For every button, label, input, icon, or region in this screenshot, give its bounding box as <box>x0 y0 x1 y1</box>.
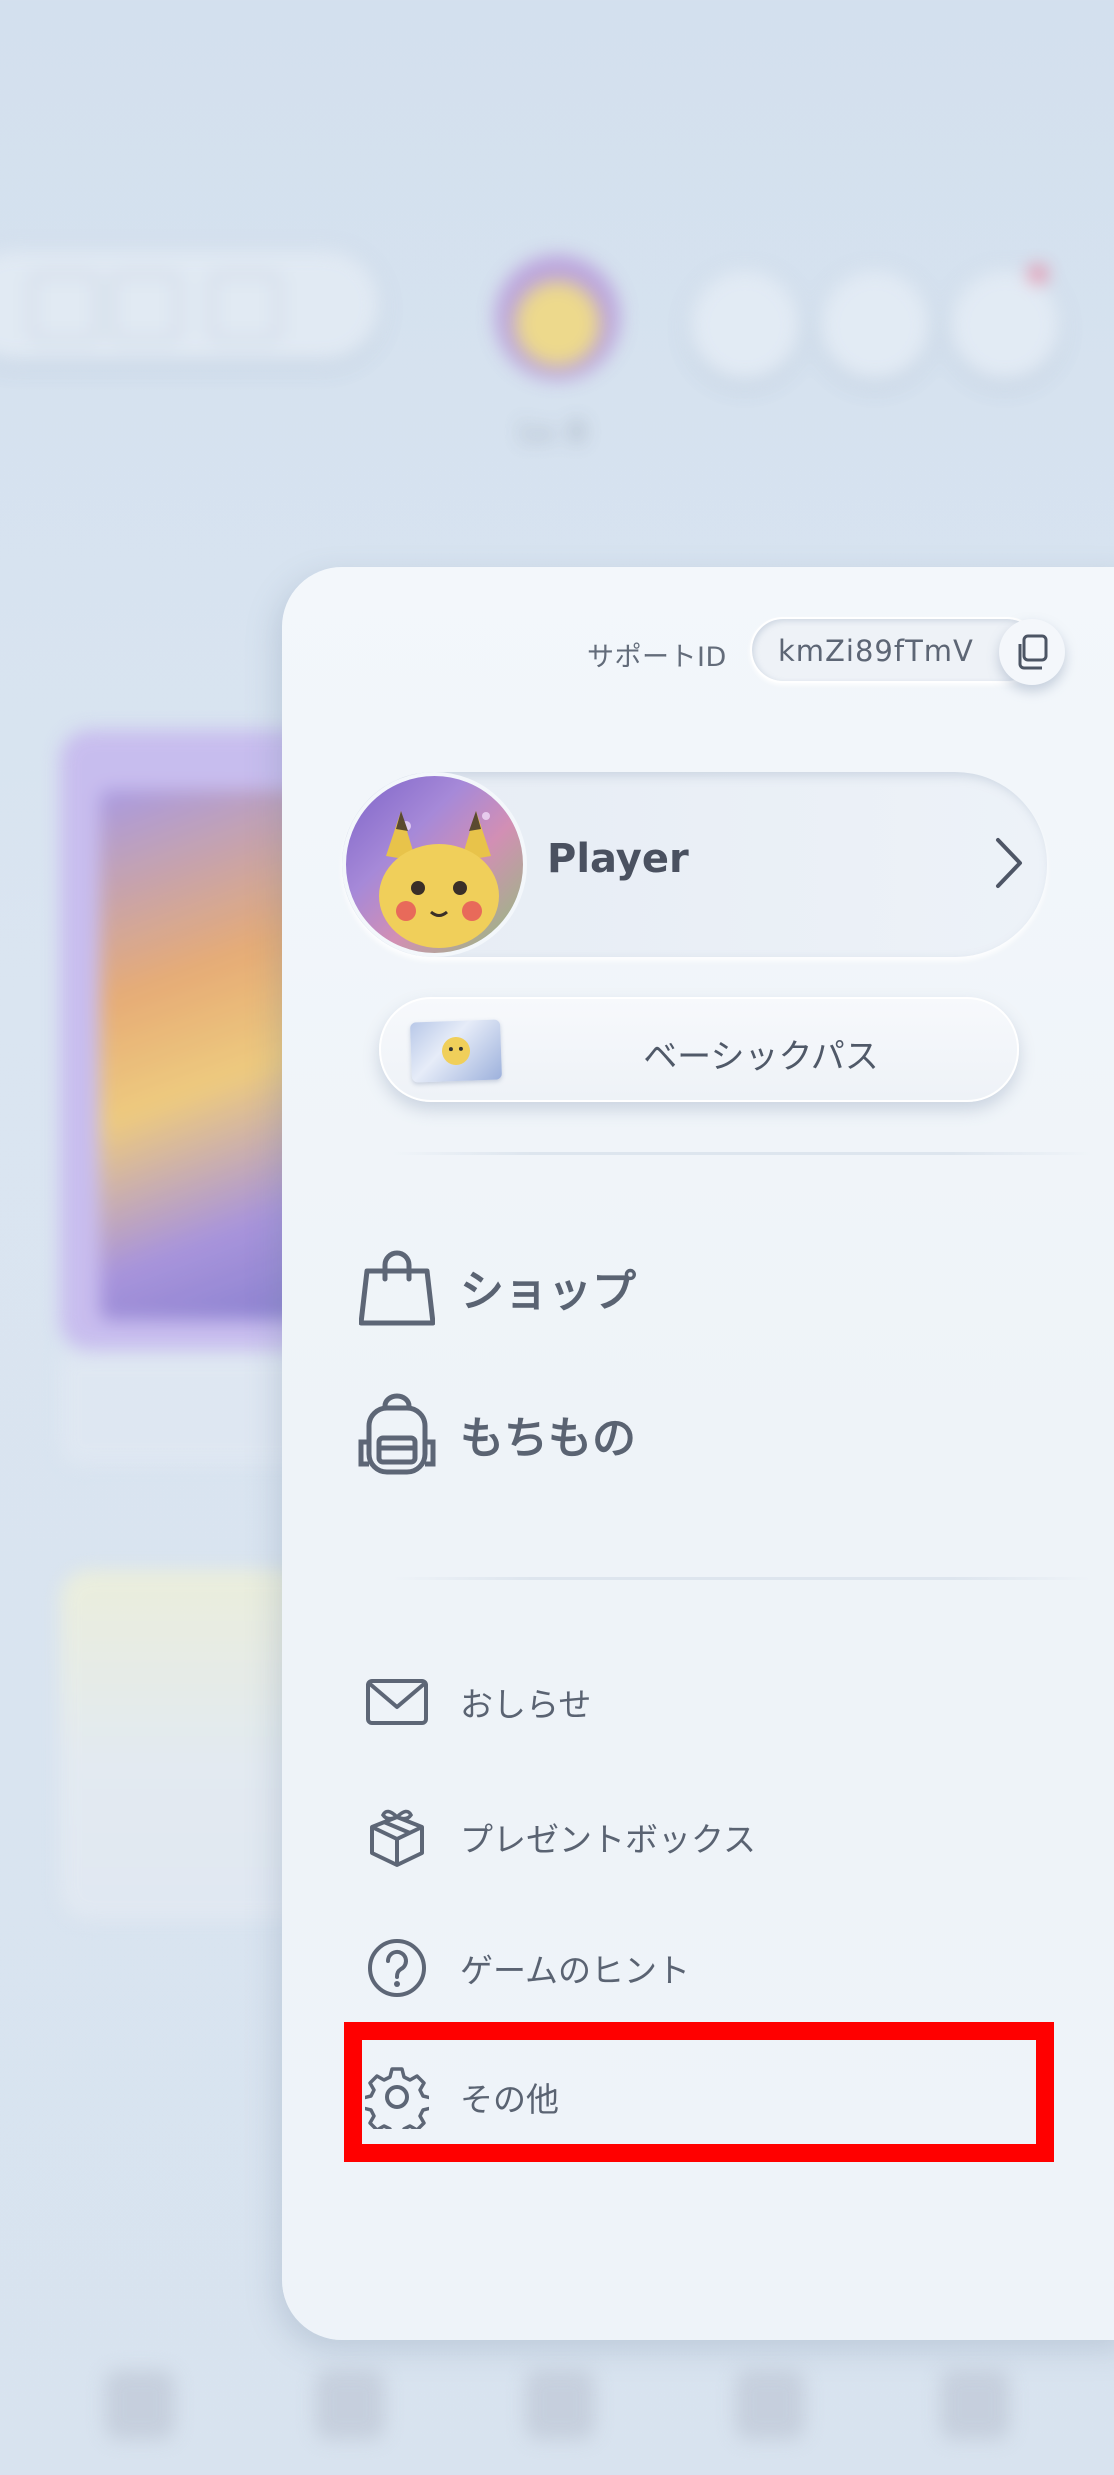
background-button-1 <box>690 270 800 380</box>
shopping-bag-icon <box>359 1250 435 1326</box>
background-button-3 <box>950 266 1060 380</box>
help-circle-icon <box>368 1939 426 1997</box>
menu-item-label: おしらせ <box>460 1685 592 1724</box>
divider <box>392 1577 1092 1580</box>
backpack-icon <box>358 1393 436 1475</box>
support-id-value: kmZi89fTmV <box>778 634 974 668</box>
mail-icon <box>366 1679 428 1725</box>
side-menu-panel: サポートID kmZi89fTmV Player ベーシックパス ショップ もち… <box>282 567 1114 2340</box>
support-id-label: サポートID <box>587 642 727 673</box>
pass-label: ベーシックパス <box>643 1037 879 1077</box>
chevron-right-icon <box>996 838 1022 888</box>
background-nav-5 <box>940 2370 1010 2440</box>
menu-item-shop[interactable]: ショップ <box>352 1247 636 1327</box>
background-card-pack <box>60 730 320 1350</box>
background-nav-4 <box>735 2370 805 2440</box>
menu-item-inventory[interactable]: もちもの <box>352 1392 636 1476</box>
pass-card-icon <box>409 1019 503 1083</box>
background-button-2 <box>820 270 930 380</box>
profile-name: Player <box>547 836 689 882</box>
menu-item-game-tips[interactable]: ゲームのヒント <box>352 1937 690 1999</box>
menu-item-label: プレゼントボックス <box>460 1820 757 1859</box>
menu-item-present-box[interactable]: プレゼントボックス <box>352 1805 756 1869</box>
avatar <box>342 772 527 957</box>
background-avatar <box>495 255 620 380</box>
menu-item-label: ショップ <box>460 1266 636 1317</box>
background-nav-3 <box>525 2370 595 2440</box>
profile-button[interactable]: Player <box>342 772 1047 957</box>
menu-item-news[interactable]: おしらせ <box>352 1677 591 1727</box>
highlight-box <box>344 2022 1054 2162</box>
basic-pass-button[interactable]: ベーシックパス <box>379 997 1019 1102</box>
background-nav-home <box>105 2370 175 2440</box>
background-nav-2 <box>315 2370 385 2440</box>
menu-item-label: もちもの <box>460 1413 636 1464</box>
divider <box>392 1152 1092 1155</box>
copy-icon <box>1018 634 1048 670</box>
support-id-field: kmZi89fTmV <box>750 617 1040 683</box>
background-level: Lv. 8 <box>520 415 586 448</box>
background-card-footer <box>60 1355 320 1465</box>
gift-box-icon <box>370 1809 424 1867</box>
copy-support-id-button[interactable] <box>999 619 1065 685</box>
background-toolbar <box>0 250 380 360</box>
background-card-secondary <box>60 1570 320 1920</box>
menu-item-label: ゲームのヒント <box>460 1951 691 1990</box>
